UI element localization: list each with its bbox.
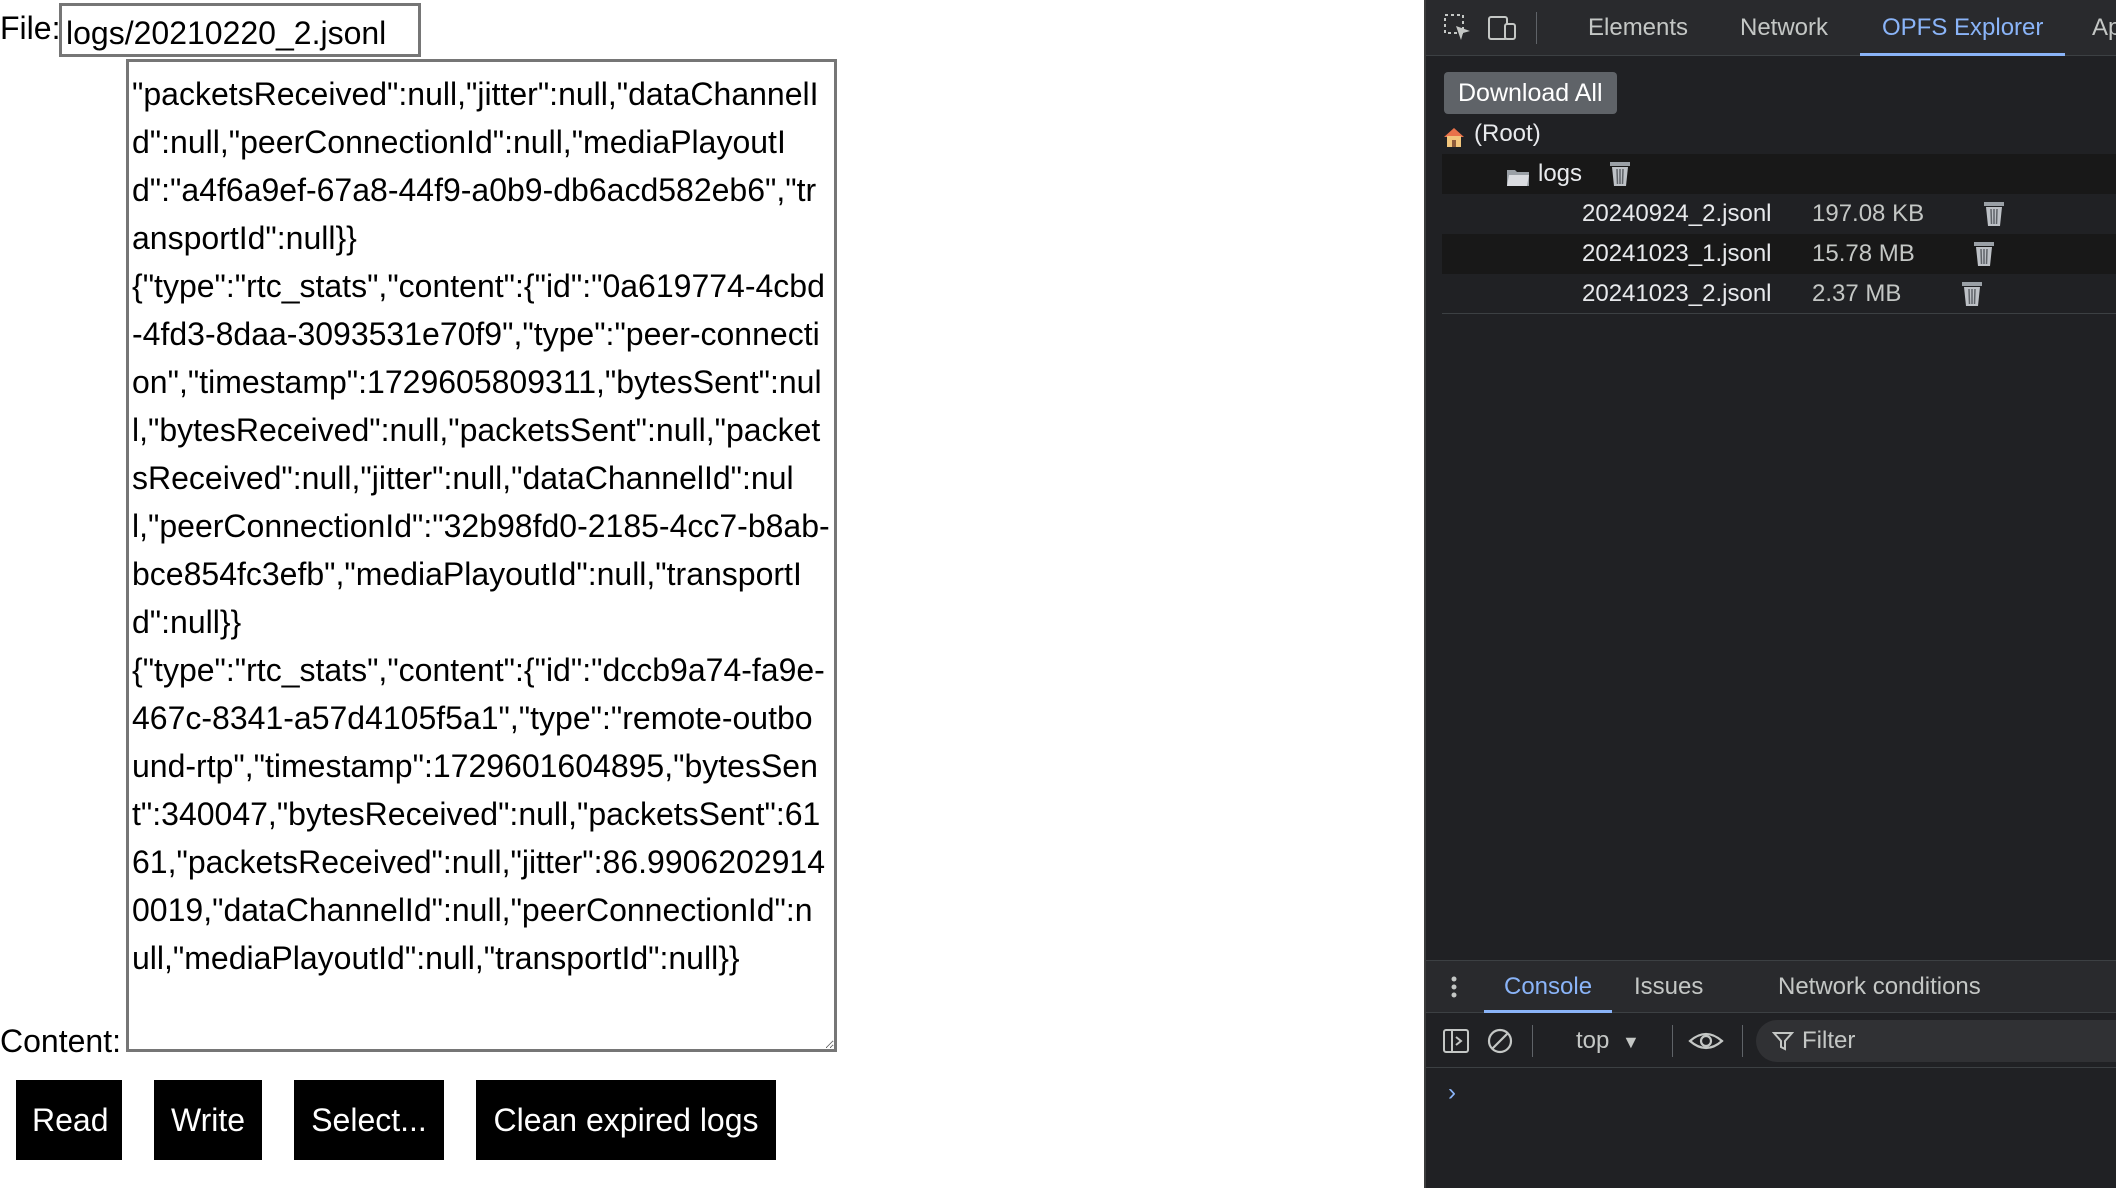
- tree-root-row[interactable]: (Root): [1442, 114, 2116, 154]
- web-page: File: Content: "packetsReceived":null,"j…: [0, 0, 1424, 1188]
- tree-file-row[interactable]: 20241023_2.jsonl 2.37 MB: [1442, 274, 2116, 314]
- inspect-element-icon[interactable]: [1442, 12, 1474, 44]
- console-prompt-chevron-icon[interactable]: ›: [1448, 1079, 1456, 1107]
- tree-file-row[interactable]: 20241023_1.jsonl 15.78 MB: [1442, 234, 2116, 274]
- device-toolbar-icon[interactable]: [1486, 12, 1518, 44]
- tab-opfs-explorer[interactable]: OPFS Explorer: [1860, 0, 2066, 56]
- file-label: File:: [0, 10, 61, 46]
- toolbar-separator: [1536, 12, 1537, 44]
- file-path-input[interactable]: [59, 3, 421, 57]
- clear-console-icon[interactable]: [1486, 1027, 1514, 1055]
- tab-network[interactable]: Network: [1740, 0, 1828, 56]
- file-name: 20241023_1.jsonl: [1582, 240, 1772, 267]
- toolbar-separator: [1672, 1025, 1673, 1057]
- tab-console[interactable]: Console: [1484, 961, 1613, 1013]
- delete-file-trash-icon[interactable]: [1972, 240, 1996, 268]
- file-name: 20241023_2.jsonl: [1582, 280, 1772, 307]
- drawer-tab-bar: Console Issues Network conditions: [1426, 961, 2116, 1013]
- content-label: Content:: [0, 1023, 121, 1059]
- context-selector[interactable]: top ▼: [1576, 1014, 1640, 1068]
- toolbar-separator: [1742, 1025, 1743, 1057]
- file-size: 2.37 MB: [1812, 280, 1902, 307]
- devtools-panel: Elements Network OPFS Explorer Ap Downlo…: [1424, 0, 2116, 1188]
- clean-expired-logs-button[interactable]: Clean expired logs: [476, 1080, 776, 1160]
- select-button[interactable]: Select...: [294, 1080, 444, 1160]
- write-button[interactable]: Write: [154, 1080, 262, 1160]
- devtools-tab-bar: Elements Network OPFS Explorer Ap: [1426, 0, 2116, 56]
- eye-icon[interactable]: [1688, 1027, 1724, 1055]
- file-name: 20240924_2.jsonl: [1582, 200, 1772, 227]
- file-size: 197.08 KB: [1812, 200, 1925, 227]
- root-label: (Root): [1474, 120, 1541, 147]
- console-filter-input[interactable]: Filter: [1756, 1020, 2116, 1062]
- file-size: 15.78 MB: [1812, 240, 1915, 267]
- devtools-drawer: Console Issues Network conditions top ▼: [1426, 960, 2116, 1188]
- tree-file-row[interactable]: 20240924_2.jsonl 197.08 KB: [1442, 194, 2116, 234]
- dropdown-arrow-icon: ▼: [1622, 1032, 1640, 1052]
- sidebar-toggle-icon[interactable]: [1442, 1027, 1470, 1055]
- delete-file-trash-icon[interactable]: [1960, 280, 1984, 308]
- console-toolbar: top ▼ Filter: [1426, 1014, 2116, 1068]
- tree-folder-row[interactable]: logs: [1442, 154, 2116, 194]
- more-vertical-icon[interactable]: [1442, 973, 1466, 1001]
- tab-issues[interactable]: Issues: [1634, 961, 1703, 1013]
- tab-elements[interactable]: Elements: [1588, 0, 1688, 56]
- delete-file-trash-icon[interactable]: [1982, 200, 2006, 228]
- tab-network-conditions[interactable]: Network conditions: [1778, 961, 1981, 1013]
- tab-application-truncated[interactable]: Ap: [2092, 0, 2116, 56]
- context-value: top: [1576, 1027, 1610, 1054]
- house-icon: [1442, 122, 1466, 147]
- toolbar-separator: [1532, 1025, 1533, 1057]
- read-button[interactable]: Read: [16, 1080, 122, 1160]
- download-all-button[interactable]: Download All: [1444, 72, 1617, 114]
- filter-funnel-icon: [1771, 1030, 1795, 1052]
- filter-placeholder: Filter: [1802, 1027, 1856, 1054]
- folder-name: logs: [1538, 160, 1583, 187]
- content-textarea[interactable]: "packetsReceived":null,"jitter":null,"da…: [126, 59, 837, 1052]
- opfs-explorer-panel: Download All (Root) logs 20240924_2.json…: [1426, 57, 2116, 960]
- delete-folder-trash-icon[interactable]: [1608, 160, 1632, 188]
- folder-icon: [1506, 162, 1530, 186]
